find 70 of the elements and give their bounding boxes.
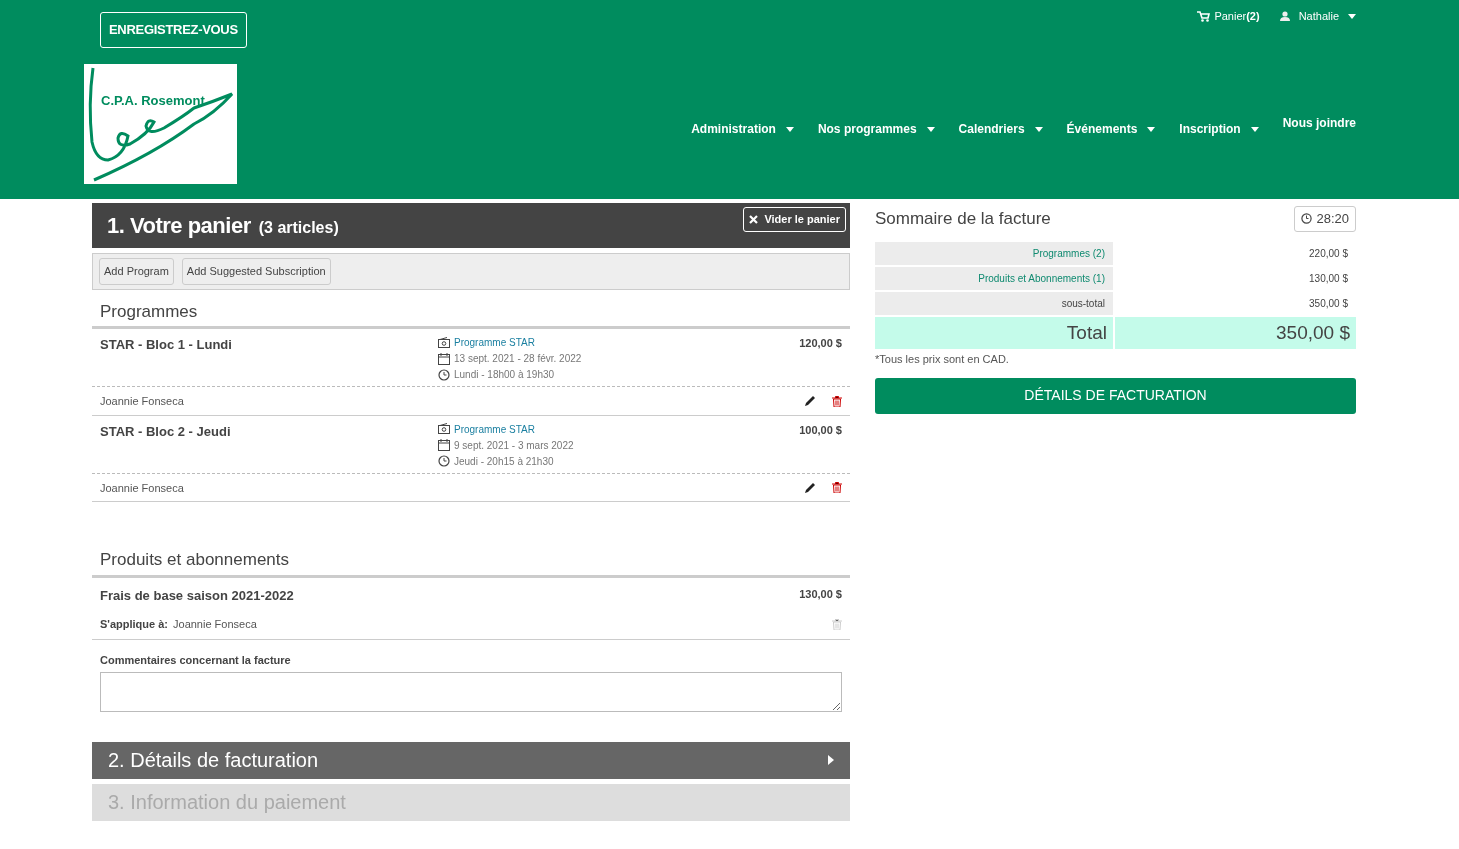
summary-link[interactable]: Programmes (2) bbox=[1032, 247, 1105, 259]
timer-badge: 28:20 bbox=[1294, 206, 1356, 232]
program-detail: Lundi - 18h00 à 19h30 bbox=[454, 368, 555, 382]
section-heading: Programmes bbox=[92, 289, 850, 329]
program-detail: Programme STAR bbox=[454, 336, 535, 350]
comment-field[interactable] bbox=[100, 671, 842, 712]
toolbar-button[interactable]: Add Program bbox=[99, 258, 174, 285]
logo-text: C.P.A. Rosemont bbox=[101, 92, 205, 108]
clock-icon bbox=[438, 455, 450, 467]
user-icon bbox=[1279, 11, 1290, 22]
clock-icon bbox=[438, 368, 450, 381]
logo[interactable]: C.P.A. Rosemont bbox=[84, 63, 237, 184]
clear-cart-button[interactable]: Vider le panier bbox=[743, 207, 846, 232]
cart-title: 1. Votre panier bbox=[107, 213, 251, 238]
item-count: (3 articles) bbox=[258, 219, 339, 236]
nav-link[interactable]: Événements bbox=[1066, 114, 1156, 138]
summary-value: 350,00 $ bbox=[1115, 316, 1356, 349]
participant-name: Joannie Fonseca bbox=[100, 480, 184, 496]
summary-label: Total bbox=[875, 316, 1115, 349]
toolbar-button[interactable]: Add Suggested Subscription bbox=[181, 258, 331, 285]
trash-icon bbox=[832, 618, 842, 630]
comment-label: Commentaires concernant la facture bbox=[100, 653, 292, 668]
summary-title: Sommaire de la facture bbox=[875, 208, 1051, 230]
trash-icon bbox=[832, 482, 842, 494]
user-menu[interactable]: Nathalie bbox=[1279, 8, 1356, 25]
clock-icon bbox=[1301, 213, 1313, 225]
price: 100,00 $ bbox=[799, 422, 842, 438]
program-name: STAR - Bloc 2 - Jeudi bbox=[100, 423, 231, 439]
summary-value: 350,00 $ bbox=[1308, 296, 1349, 311]
calendar-icon bbox=[438, 439, 450, 451]
program-detail: 13 sept. 2021 - 28 févr. 2022 bbox=[454, 352, 582, 366]
nav-link[interactable]: Calendriers bbox=[958, 114, 1043, 138]
participant-name: Joannie Fonseca bbox=[100, 394, 184, 409]
program-detail: Jeudi - 20h15 à 21h30 bbox=[454, 454, 554, 469]
caret-icon bbox=[785, 126, 794, 132]
applies-label: S'applique à: bbox=[100, 618, 168, 630]
cart-link[interactable]: Panier(2) bbox=[1197, 8, 1260, 25]
summary-value: 130,00 $ bbox=[1308, 271, 1349, 286]
caret-icon bbox=[1348, 13, 1356, 19]
billing-details-button[interactable]: DÉTAILS DE FACTURATION bbox=[875, 377, 1356, 414]
nav-link[interactable]: Nos programmes bbox=[817, 114, 935, 138]
trash-icon bbox=[832, 395, 842, 407]
caret-icon bbox=[828, 755, 834, 765]
nav-link[interactable]: Inscription bbox=[1179, 114, 1259, 138]
program-detail: Programme STAR bbox=[454, 422, 535, 437]
caret-icon bbox=[926, 126, 935, 132]
price-note: *Tous les prix sont en CAD. bbox=[875, 352, 1010, 367]
summary-value: 220,00 $ bbox=[1308, 246, 1349, 261]
pencil-icon bbox=[804, 395, 816, 408]
nav-link[interactable]: Nous joindre bbox=[1282, 114, 1356, 132]
pencil-icon bbox=[804, 481, 816, 494]
ticket-icon bbox=[438, 423, 450, 435]
program-detail: 9 sept. 2021 - 3 mars 2022 bbox=[454, 438, 574, 453]
caret-icon bbox=[1147, 126, 1156, 132]
summary-label: sous-total bbox=[875, 291, 1115, 315]
caret-icon bbox=[1034, 126, 1043, 132]
nav-link[interactable]: Administration bbox=[691, 114, 794, 138]
step-header[interactable]: 2. Détails de facturation bbox=[92, 741, 850, 779]
price: 120,00 $ bbox=[799, 336, 842, 351]
program-name: STAR - Bloc 1 - Lundi bbox=[100, 337, 232, 352]
participant-name: Joannie Fonseca bbox=[173, 618, 257, 630]
cart-icon bbox=[1197, 10, 1211, 22]
calendar-icon bbox=[438, 352, 450, 365]
close-icon bbox=[749, 214, 759, 224]
caret-icon bbox=[1250, 126, 1259, 132]
register-button[interactable]: ENREGISTREZ-VOUS bbox=[100, 12, 247, 48]
section-heading: Produits et abonnements bbox=[92, 538, 850, 578]
product-name: Frais de base saison 2021-2022 bbox=[100, 586, 294, 605]
price: 130,00 $ bbox=[799, 586, 842, 602]
ticket-icon bbox=[438, 336, 450, 349]
